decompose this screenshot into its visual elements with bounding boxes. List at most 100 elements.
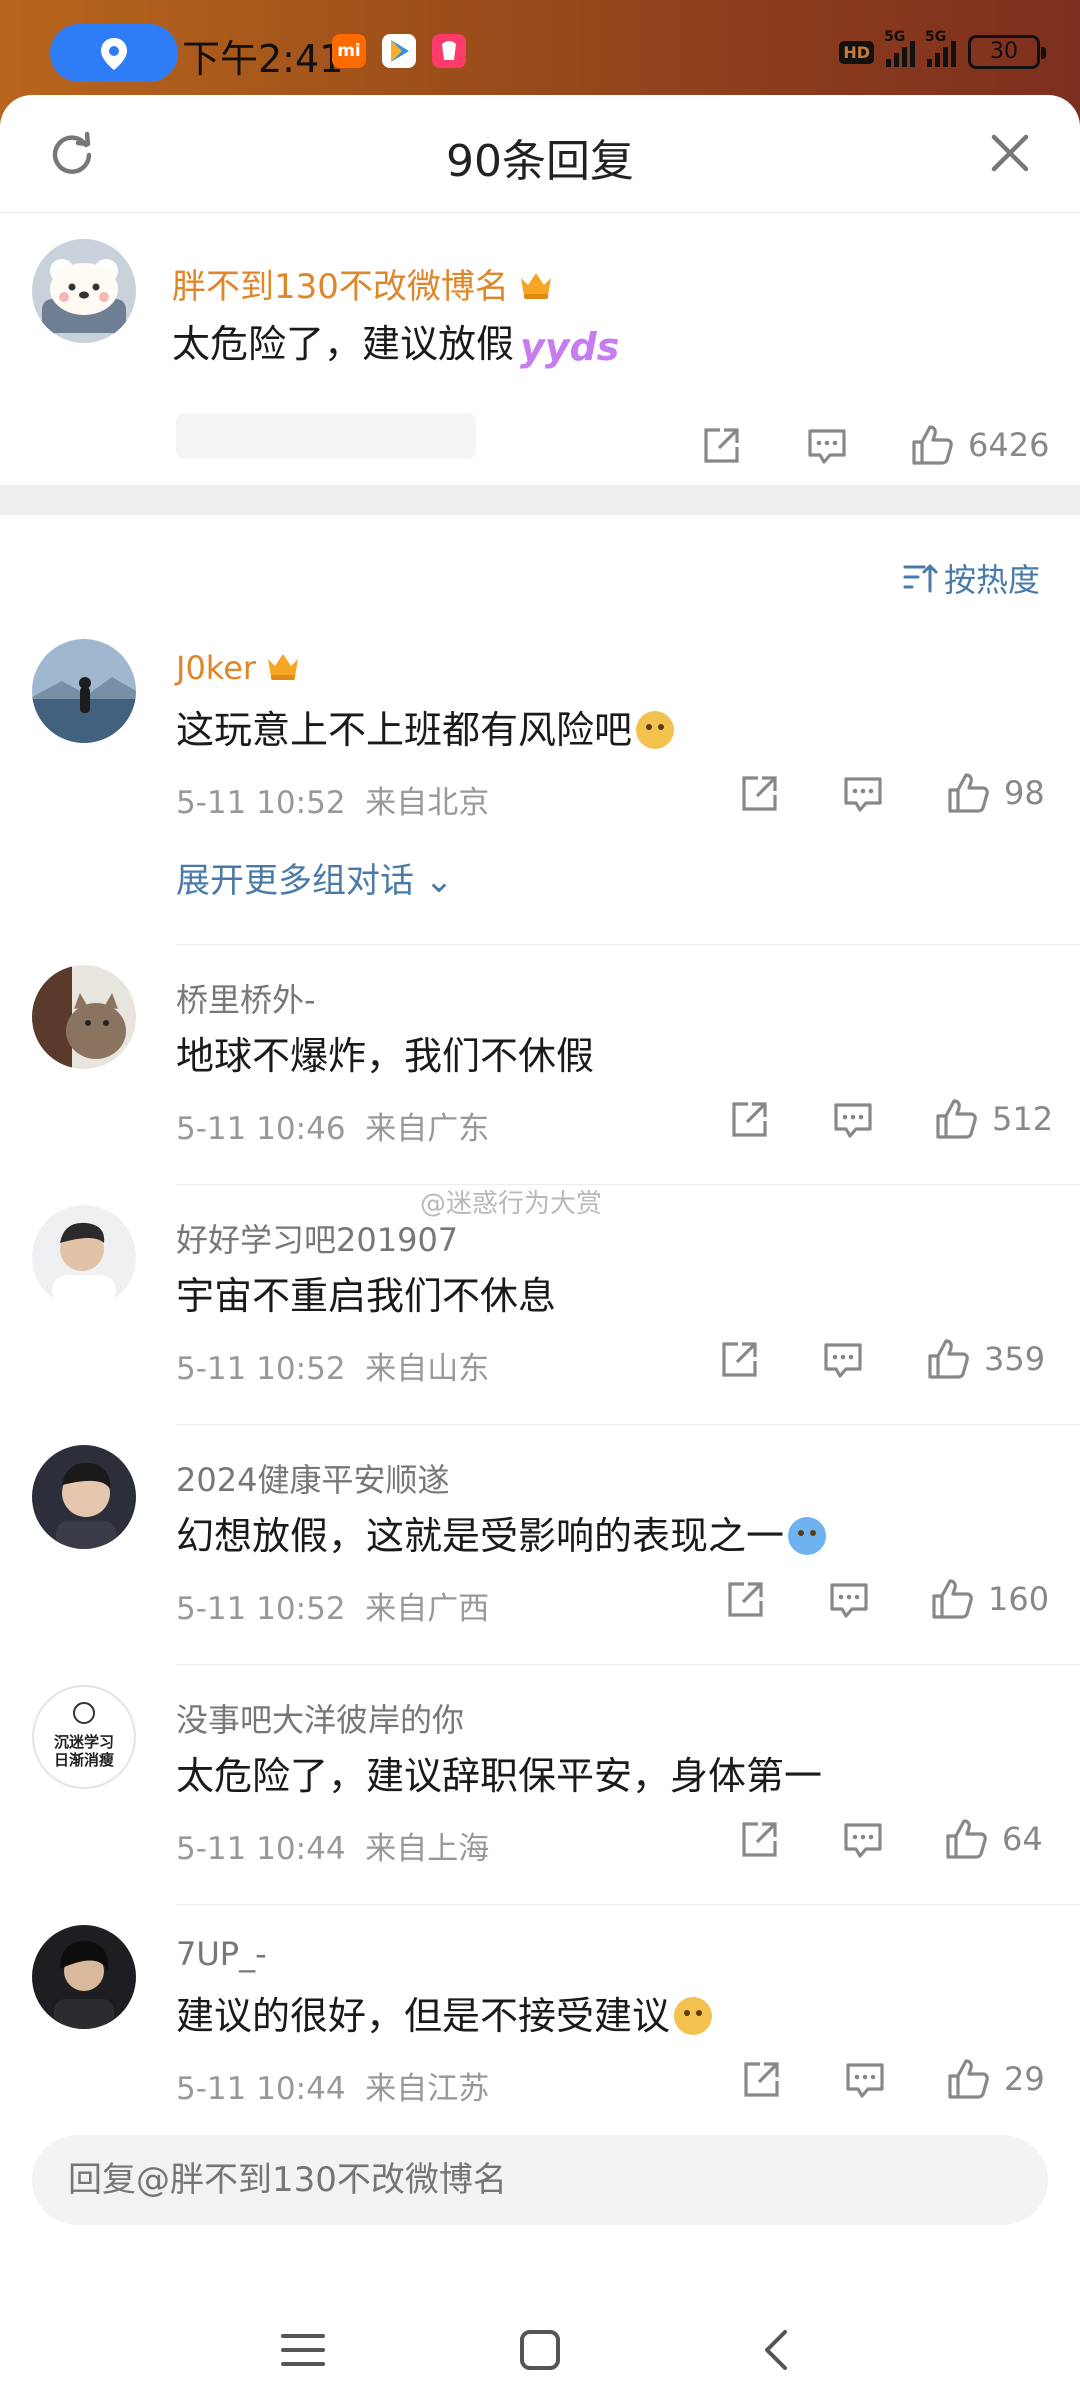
comment-text: 这玩意上不上班都有风险吧 [176,699,675,754]
crying-emoji-icon [788,1517,827,1555]
avatar[interactable] [32,639,136,743]
menu-icon [281,2334,325,2366]
comment-meta: 5-11 10:44 来自江苏 [176,2071,490,2107]
comment-meta: 5-11 10:52 来自北京 [176,785,490,821]
thumbs-up-icon [948,773,989,813]
bear-avatar-icon [32,239,136,343]
thumbs-up-icon [936,1099,977,1139]
hd-badge: HD [839,40,874,64]
like-button[interactable]: 359 [926,1337,1045,1381]
like-count: 6426 [968,426,1050,464]
blurred-meta [176,413,476,459]
chevron-down-icon: ⌄ [414,861,454,901]
svg-text:沉迷学习: 沉迷学习 [54,1733,114,1751]
comment-icon [844,777,882,812]
text-avatar-icon: 沉迷学习 日渐消瘦 [54,1702,114,1769]
close-icon [991,134,1029,172]
thumbs-up-icon [946,1819,987,1859]
comment-item: 好好学习吧201907 宇宙不重启我们不休息 5-11 10:52 来自山东 3… [0,1185,1080,1425]
like-count: 512 [992,1100,1054,1138]
comment-username[interactable]: 好好学习吧201907 [176,1215,458,1261]
signal-1-icon: 5G [884,29,915,67]
portrait-avatar-icon [32,1445,136,1549]
comment-button[interactable] [828,1579,870,1621]
root-comment-text: 太危险了，建议放假 [172,322,515,366]
back-chevron-icon [765,2330,787,2370]
comment-username[interactable]: J0ker [176,649,302,687]
back-button[interactable] [740,2315,810,2385]
status-indicators: HD 5G 5G 30 [839,29,1046,72]
sheet-title: 90条回复 [446,136,634,187]
like-count: 160 [988,1580,1050,1618]
share-button[interactable] [724,1579,766,1621]
vip-crown-icon [517,268,555,302]
share-button[interactable] [738,1819,780,1861]
comment-button[interactable] [832,1099,874,1141]
thumbs-up-icon [932,1579,973,1619]
share-button[interactable] [700,425,742,467]
replies-sheet: 90条回复 胖不到130不改微博名 太危险了，建议放假 yyds 6426 按热… [0,95,1080,2400]
battery-icon: 30 [968,35,1046,69]
reply-input[interactable] [32,2135,1048,2225]
home-button[interactable] [505,2315,575,2385]
share-button[interactable] [718,1339,760,1381]
root-username[interactable]: 胖不到130不改微博名 [172,259,555,308]
like-button[interactable]: 29 [946,2057,1045,2101]
share-button[interactable] [728,1099,770,1141]
comment-icon [846,2063,884,2098]
share-button[interactable] [740,2059,782,2101]
like-count: 29 [1004,2060,1045,2098]
comment-button[interactable] [844,2059,886,2101]
root-comment: 胖不到130不改微博名 太危险了，建议放假 yyds 6426 [0,213,1080,485]
comment-text: 建议的很好，但是不接受建议 [176,1985,713,2040]
share-icon [732,1102,767,1137]
like-button[interactable]: 64 [944,1817,1043,1861]
yyds-sticker: yyds [520,325,620,369]
sort-icon [903,564,938,593]
comment-text: 太危险了，建议辞职保平安，身体第一 [176,1754,823,1798]
comment-item: 沉迷学习 日渐消瘦 没事吧大洋彼岸的你 太危险了，建议辞职保平安，身体第一 5-… [0,1665,1080,1905]
svg-text:日渐消瘦: 日渐消瘦 [54,1751,114,1769]
avatar[interactable] [32,1205,136,1309]
vip-crown-icon [264,649,302,683]
system-nav-bar [0,2295,1080,2400]
like-button[interactable]: 512 [934,1097,1053,1141]
comment-button[interactable] [822,1339,864,1381]
avatar[interactable]: 沉迷学习 日渐消瘦 [32,1685,136,1789]
status-bar: 下午2:41 mi HD 5G 5G 30 [0,0,1080,95]
comment-button[interactable] [842,1819,884,1861]
status-time: 下午2:41 [182,37,344,81]
location-pill[interactable] [50,24,178,82]
close-button[interactable] [984,127,1036,179]
avatar[interactable] [32,1925,136,2029]
share-icon [728,1582,763,1617]
like-button[interactable]: 98 [946,771,1045,815]
person-avatar-icon [32,1205,136,1309]
like-button[interactable]: 6426 [910,423,1049,467]
comment-item: 桥里桥外- 地球不爆炸，我们不休假 5-11 10:46 来自广东 512 [0,945,1080,1185]
comment-username[interactable]: 桥里桥外- [176,975,316,1021]
recents-button[interactable] [268,2315,338,2385]
avatar[interactable] [32,1445,136,1549]
avatar[interactable] [32,239,136,343]
comment-button[interactable] [806,425,848,467]
comment-icon [834,1103,872,1138]
like-count: 359 [984,1340,1046,1378]
like-count: 98 [1004,774,1045,812]
dark-portrait-avatar-icon [32,1925,136,2029]
comment-icon [824,1343,862,1378]
comment-button[interactable] [842,773,884,815]
share-button[interactable] [738,773,780,815]
comment-username[interactable]: 7UP_- [176,1935,267,1973]
comment-meta: 5-11 10:44 来自上海 [176,1831,490,1867]
doge-emoji-icon [674,1997,713,2035]
sort-by-hot-button[interactable]: 按热度 [902,555,1040,601]
comment-icon [844,1823,882,1858]
thumbs-up-icon [912,425,953,465]
comment-username[interactable]: 2024健康平安顺遂 [176,1455,449,1501]
comment-username[interactable]: 没事吧大洋彼岸的你 [176,1695,464,1741]
pink-app-icon [432,34,466,68]
expand-conversation-link[interactable]: 展开更多组对话 ⌄ [176,853,453,902]
avatar[interactable] [32,965,136,1069]
like-button[interactable]: 160 [930,1577,1049,1621]
